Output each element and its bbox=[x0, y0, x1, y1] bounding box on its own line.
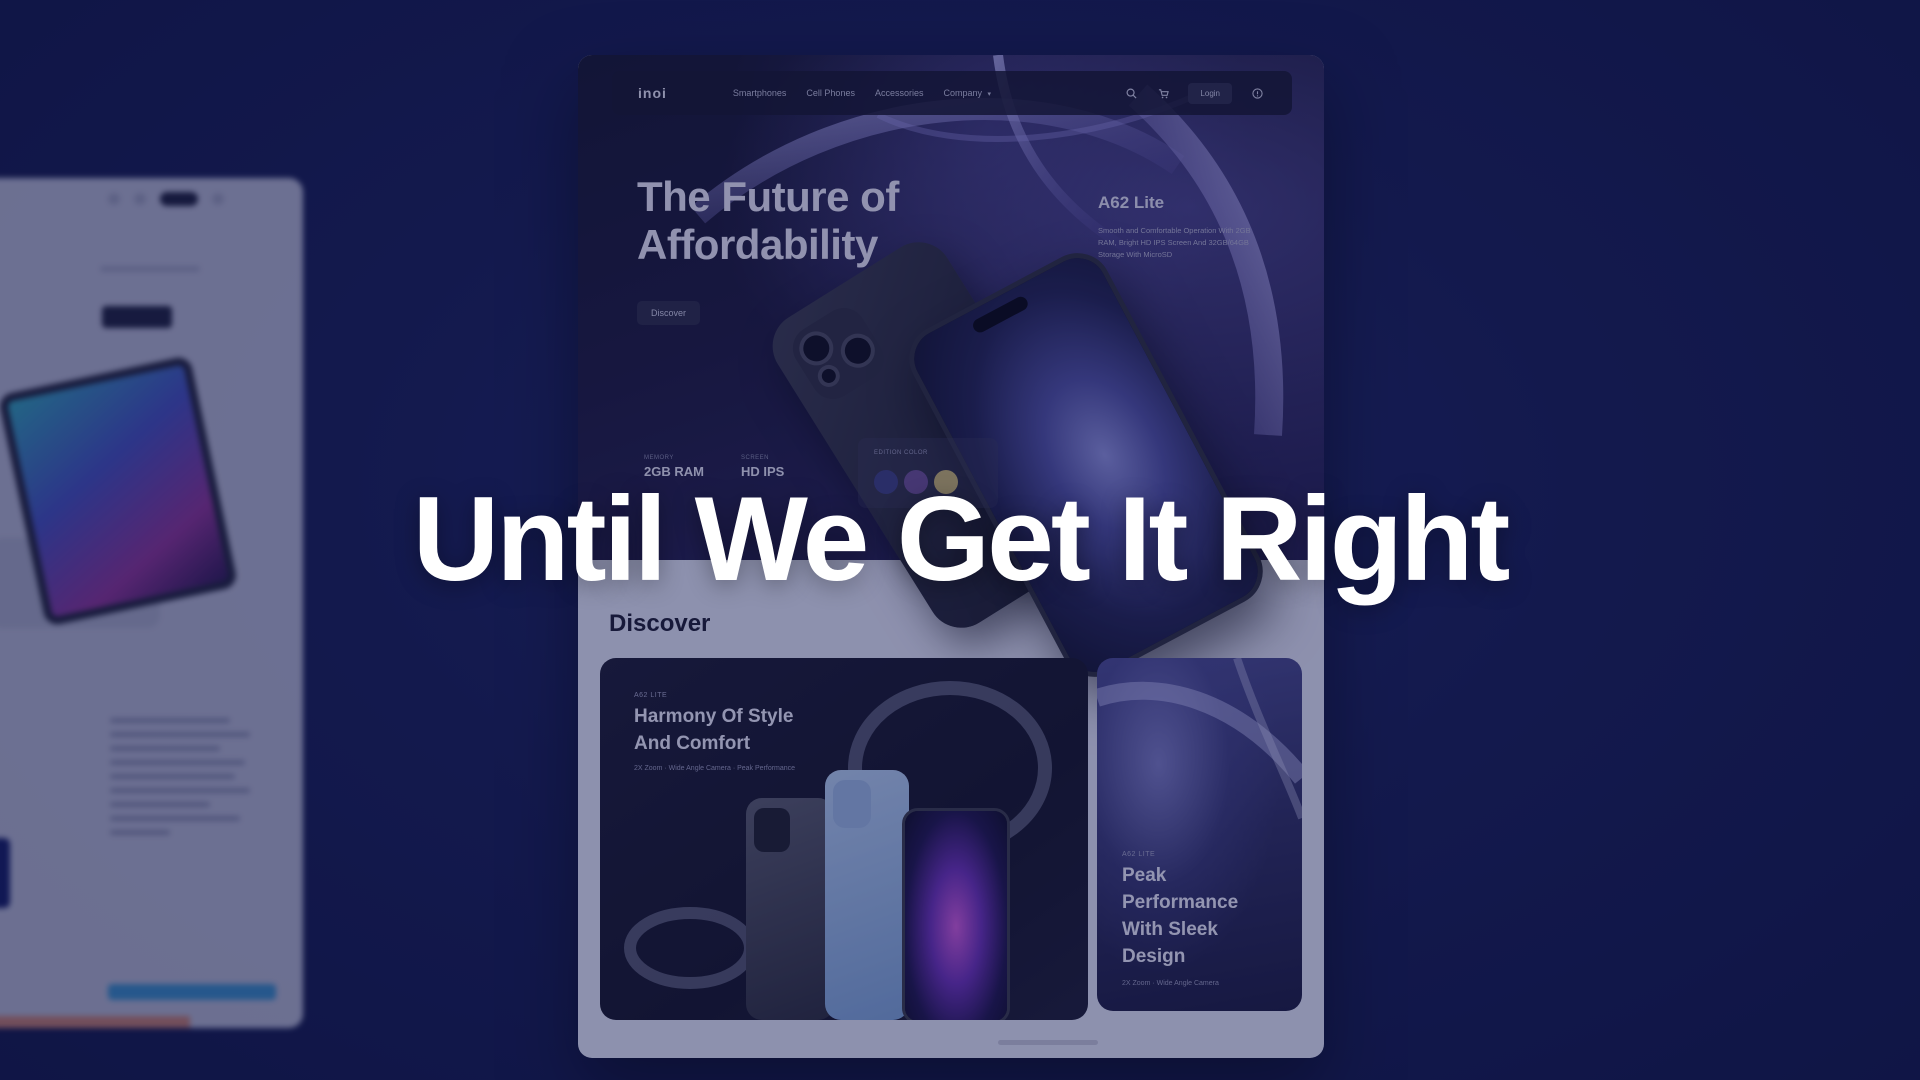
search-icon[interactable] bbox=[1124, 86, 1138, 100]
product-description: Smooth and Comfortable Operation With 2G… bbox=[1098, 226, 1251, 259]
cart-icon[interactable] bbox=[1156, 86, 1170, 100]
card1-title: Harmony Of Style And Comfort bbox=[634, 706, 794, 754]
spec-screen-label: SCREEN bbox=[741, 455, 770, 461]
chevron-down-icon: ▾ bbox=[987, 91, 992, 98]
mockup-text-block bbox=[110, 718, 260, 844]
mockup-button bbox=[102, 306, 172, 328]
color-picker-label: EDITION COLOR bbox=[874, 450, 928, 456]
card2-features: 2X Zoom · Wide Angle Camera bbox=[1122, 980, 1219, 987]
card2-tag: A62 LITE bbox=[1122, 851, 1156, 858]
card1-features: 2X Zoom · Wide Angle Camera · Peak Perfo… bbox=[634, 765, 796, 772]
hero-discover-button[interactable]: Discover bbox=[637, 301, 701, 325]
help-icon[interactable] bbox=[1250, 86, 1264, 100]
phone-blue-image bbox=[825, 770, 909, 1020]
card2-title: Peak Performance With Sleek Design bbox=[1122, 865, 1239, 967]
nav-link-cell-phones[interactable]: Cell Phones bbox=[806, 88, 855, 98]
card1-tag: A62 LITE bbox=[634, 692, 668, 699]
mockup-blue-bar bbox=[108, 984, 276, 1000]
phone-screen-image bbox=[902, 808, 1010, 1020]
product-name: A62 Lite bbox=[1098, 193, 1165, 212]
product-card-harmony[interactable]: A62 LITE Harmony Of Style And Comfort 2X… bbox=[600, 658, 1088, 1020]
nav-link-company-label: Company bbox=[943, 88, 982, 98]
nav-link-smartphones[interactable]: Smartphones bbox=[733, 88, 787, 98]
login-button[interactable]: Login bbox=[1188, 82, 1232, 104]
headline-text: Until We Get It Right bbox=[412, 472, 1511, 606]
discover-section-title: Discover bbox=[609, 610, 711, 637]
footer-placeholder bbox=[998, 1040, 1098, 1045]
mockup-window-controls bbox=[108, 192, 224, 206]
top-navbar: inoi Smartphones Cell Phones Accessories… bbox=[612, 71, 1292, 115]
product-card-peak[interactable]: A62 LITE Peak Performance With Sleek Des… bbox=[1097, 658, 1302, 1011]
nav-link-accessories[interactable]: Accessories bbox=[875, 88, 924, 98]
brand-logo[interactable]: inoi bbox=[638, 85, 667, 101]
hero-title: The Future of Affordability bbox=[637, 173, 899, 268]
nav-link-company[interactable]: Company ▾ bbox=[943, 88, 991, 98]
phone-dark-image bbox=[746, 798, 834, 1020]
spec-memory-label: MEMORY bbox=[644, 455, 674, 461]
